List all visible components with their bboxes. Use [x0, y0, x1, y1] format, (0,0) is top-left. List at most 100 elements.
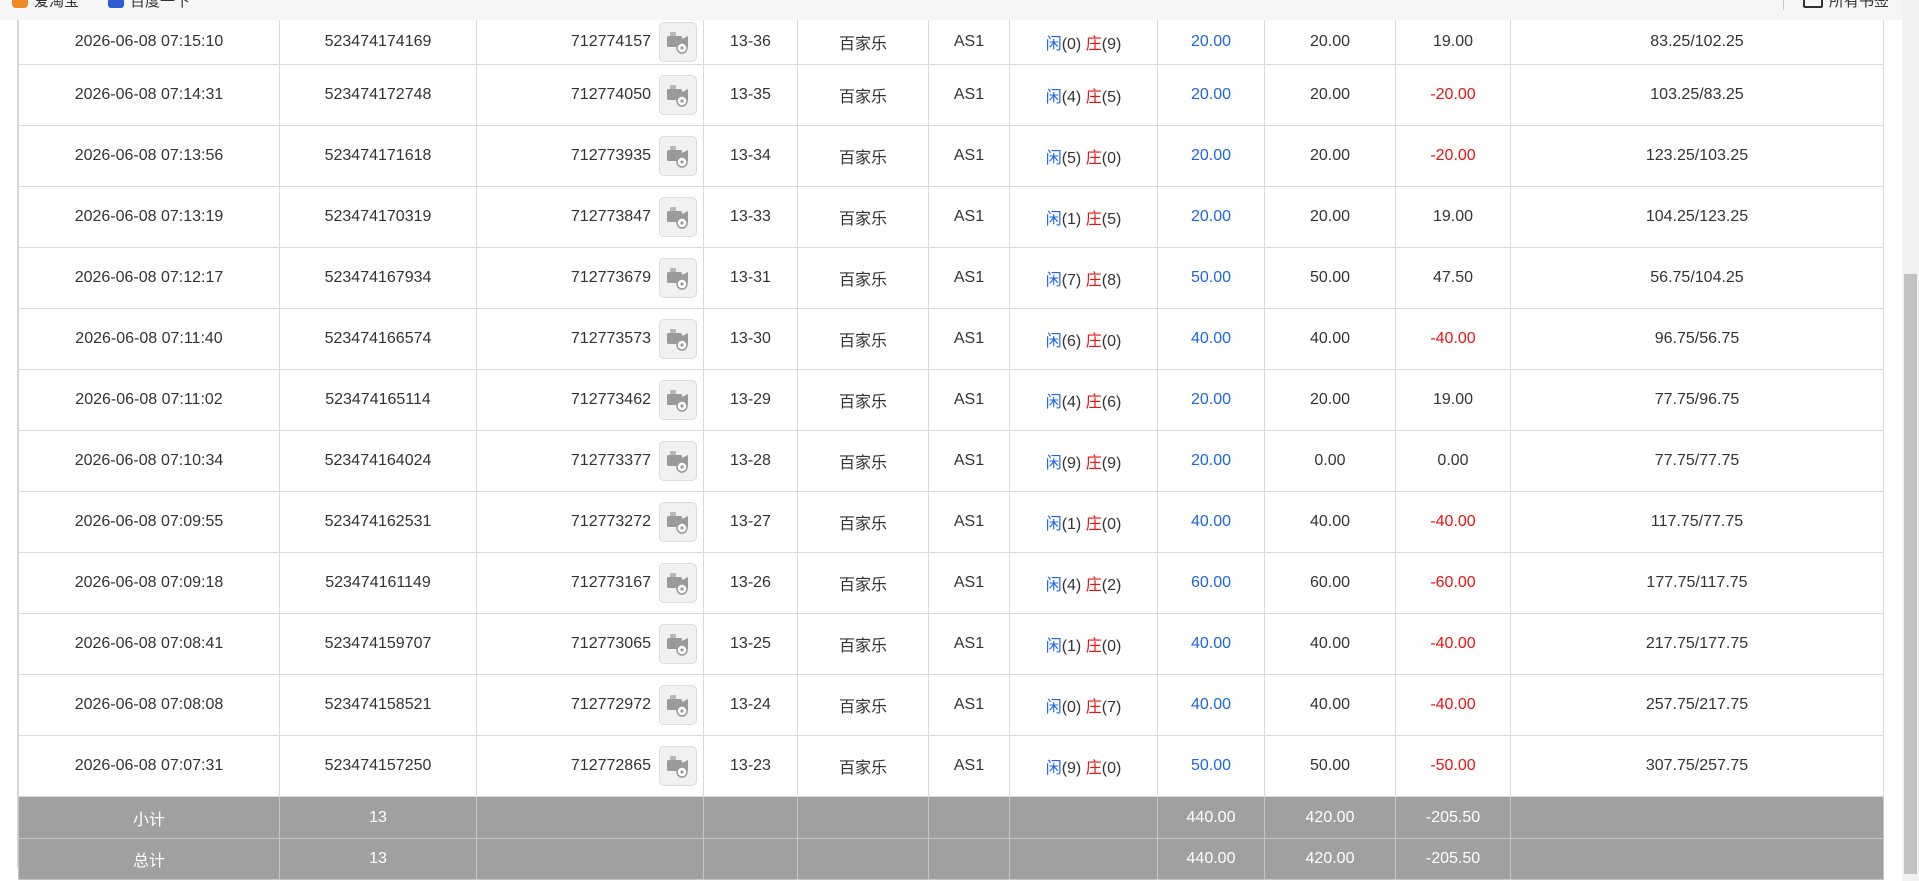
game-result: 闲(7) 庄(8) — [1009, 247, 1158, 309]
game-number-cell: 712773462 — [476, 369, 704, 431]
table-code: AS1 — [928, 64, 1010, 126]
game-number: 712773167 — [570, 574, 651, 591]
player-points: (0) — [1061, 36, 1082, 53]
empty-cell — [797, 796, 929, 839]
bookmark-label: 爱淘宝 — [34, 0, 80, 10]
banker-points: (2) — [1101, 577, 1122, 594]
game-type: 百家乐 — [797, 247, 929, 309]
game-result: 闲(4) 庄(5) — [1009, 64, 1158, 126]
game-result: 闲(1) 庄(0) — [1009, 491, 1158, 553]
game-number-cell: 712774050 — [476, 64, 704, 126]
valid-bet: 20.00 — [1264, 186, 1396, 248]
banker-label: 庄 — [1085, 272, 1102, 289]
bet-amount: 40.00 — [1157, 674, 1265, 736]
win-loss: -40.00 — [1395, 674, 1511, 736]
table-row: 2026-06-08 07:09:55 523474162531 712773272… — [18, 491, 1884, 553]
win-loss: 19.00 — [1395, 20, 1511, 65]
win-loss: -60.00 — [1395, 552, 1511, 614]
video-camera-icon[interactable] — [659, 746, 697, 786]
valid-bet: 40.00 — [1264, 674, 1396, 736]
bookmark-label: 百度一下 — [130, 0, 191, 10]
game-number: 712772865 — [570, 757, 651, 774]
table-code: AS1 — [928, 369, 1010, 431]
game-type: 百家乐 — [797, 186, 929, 248]
all-bookmarks-button[interactable]: 所有书签 — [1802, 0, 1889, 10]
table-code: AS1 — [928, 674, 1010, 736]
banker-points: (0) — [1101, 333, 1122, 350]
order-number: 523474158521 — [279, 674, 477, 736]
total-valid-bet: 420.00 — [1264, 838, 1396, 880]
player-label: 闲 — [1045, 760, 1062, 777]
bet-time: 2026-06-08 07:12:17 — [18, 247, 280, 309]
balance-change: 103.25/83.25 — [1510, 64, 1884, 126]
bet-amount: 50.00 — [1157, 735, 1265, 797]
game-number-cell: 712773847 — [476, 186, 704, 248]
bet-time: 2026-06-08 07:08:08 — [18, 674, 280, 736]
video-camera-icon[interactable] — [659, 258, 697, 298]
bet-time: 2026-06-08 07:07:31 — [18, 735, 280, 797]
bet-time: 2026-06-08 07:09:55 — [18, 491, 280, 553]
video-camera-icon[interactable] — [659, 685, 697, 725]
banker-points: (9) — [1101, 36, 1122, 53]
shoe-round: 13-33 — [703, 186, 798, 248]
valid-bet: 40.00 — [1264, 613, 1396, 675]
game-type: 百家乐 — [797, 491, 929, 553]
banker-points: (6) — [1101, 394, 1122, 411]
table-code: AS1 — [928, 430, 1010, 492]
game-result: 闲(9) 庄(0) — [1009, 735, 1158, 797]
shoe-round: 13-28 — [703, 430, 798, 492]
balance-change: 257.75/217.75 — [1510, 674, 1884, 736]
win-loss: -40.00 — [1395, 308, 1511, 370]
video-camera-icon[interactable] — [659, 502, 697, 542]
balance-change: 177.75/117.75 — [1510, 552, 1884, 614]
bet-records-table: 2026-06-08 07:15:10 523474174169 712774157… — [18, 20, 1884, 880]
video-camera-icon[interactable] — [659, 380, 697, 420]
video-camera-icon[interactable] — [659, 136, 697, 176]
player-label: 闲 — [1045, 211, 1062, 228]
table-row: 2026-06-08 07:10:34 523474164024 712773377… — [18, 430, 1884, 492]
valid-bet: 40.00 — [1264, 308, 1396, 370]
balance-change: 77.75/77.75 — [1510, 430, 1884, 492]
player-points: (4) — [1061, 89, 1082, 106]
video-camera-icon[interactable] — [659, 319, 697, 359]
game-number: 712773272 — [570, 513, 651, 530]
shoe-round: 13-35 — [703, 64, 798, 126]
table-row: 2026-06-08 07:07:31 523474157250 712772865… — [18, 735, 1884, 797]
subtotal-valid-bet: 420.00 — [1264, 796, 1396, 839]
banker-points: (7) — [1101, 699, 1122, 716]
game-number-cell: 712772865 — [476, 735, 704, 797]
win-loss: -50.00 — [1395, 735, 1511, 797]
scrollbar-thumb[interactable] — [1904, 274, 1917, 874]
valid-bet: 60.00 — [1264, 552, 1396, 614]
empty-cell — [1009, 838, 1158, 880]
banker-points: (5) — [1101, 211, 1122, 228]
balance-change: 83.25/102.25 — [1510, 20, 1884, 65]
game-number: 712773377 — [570, 452, 651, 469]
bet-amount: 20.00 — [1157, 430, 1265, 492]
game-number-cell: 712772972 — [476, 674, 704, 736]
bet-time: 2026-06-08 07:13:56 — [18, 125, 280, 187]
empty-cell — [476, 796, 704, 839]
vertical-scrollbar[interactable] — [1902, 0, 1919, 881]
bet-amount: 40.00 — [1157, 613, 1265, 675]
video-camera-icon[interactable] — [659, 624, 697, 664]
taobao-icon — [12, 0, 28, 8]
subtotal-row: 小计 13 440.00 420.00 -205.50 — [18, 796, 1884, 839]
order-number: 523474157250 — [279, 735, 477, 797]
game-type: 百家乐 — [797, 125, 929, 187]
bookmark-baidu[interactable]: 百度一下 — [108, 0, 191, 10]
video-camera-icon[interactable] — [659, 75, 697, 115]
balance-change: 307.75/257.75 — [1510, 735, 1884, 797]
video-camera-icon[interactable] — [659, 441, 697, 481]
game-number: 712773065 — [570, 635, 651, 652]
table-code: AS1 — [928, 552, 1010, 614]
player-points: (4) — [1061, 394, 1082, 411]
table-code: AS1 — [928, 247, 1010, 309]
player-points: (1) — [1061, 516, 1082, 533]
video-camera-icon[interactable] — [659, 197, 697, 237]
video-camera-icon[interactable] — [659, 22, 697, 62]
game-result: 闲(4) 庄(2) — [1009, 552, 1158, 614]
bookmark-taobao[interactable]: 爱淘宝 — [12, 0, 80, 10]
video-camera-icon[interactable] — [659, 563, 697, 603]
table-row: 2026-06-08 07:08:08 523474158521 712772972… — [18, 674, 1884, 736]
